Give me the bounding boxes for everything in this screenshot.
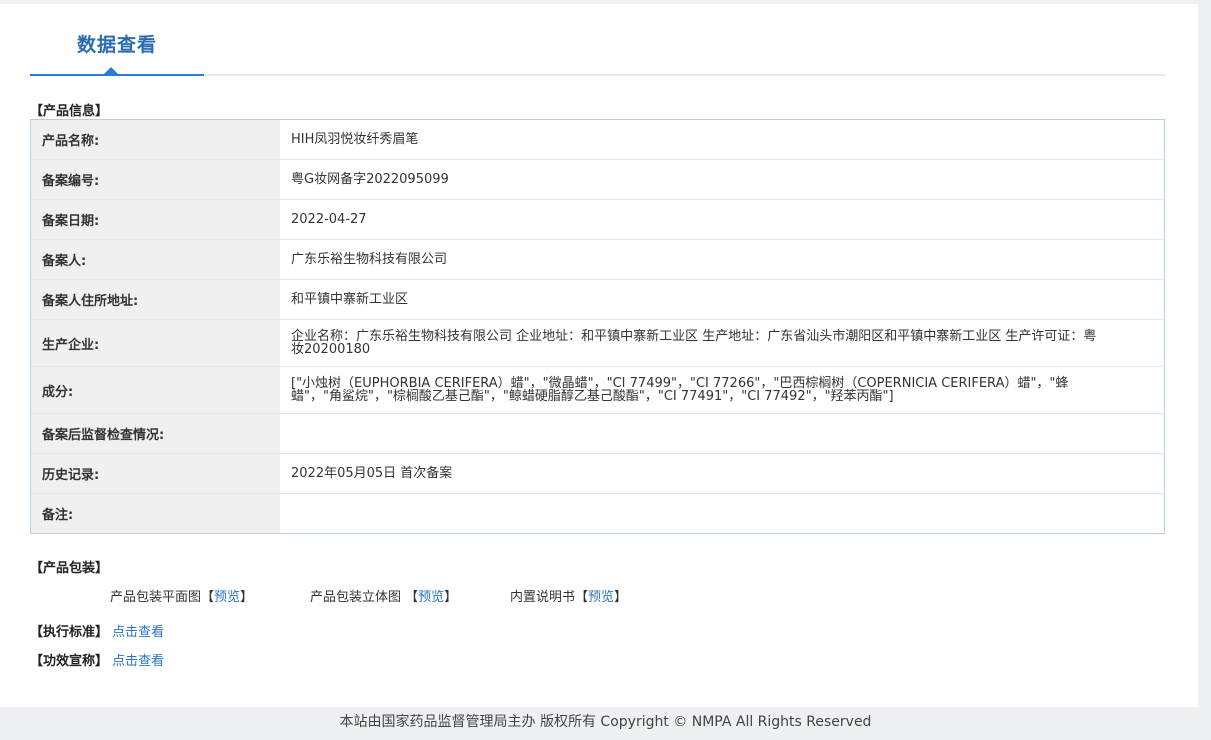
row-value: ["小烛树（EUPHORBIA CERIFERA）蜡"，"微晶蜡"，"CI 77… [280,366,1165,414]
bracket-close: 】 [240,590,254,605]
row-value: 企业名称：广东乐裕生物科技有限公司 企业地址：和平镇中寨新工业区 生产地址：广东… [280,319,1165,367]
content-panel: 数据查看 【产品信息】 产品名称: HIH凤羽悦妆纤秀眉笔 备案编号: 粤G妆网… [0,4,1198,707]
row-value: 广东乐裕生物科技有限公司 [280,239,1165,280]
row-value: HIH凤羽悦妆纤秀眉笔 [280,119,1165,160]
table-row: 产品名称: HIH凤羽悦妆纤秀眉笔 [30,119,1165,160]
table-row: 成分: ["小烛树（EUPHORBIA CERIFERA）蜡"，"微晶蜡"，"C… [30,366,1165,414]
bracket-open: 【 [575,590,589,605]
manual-preview-link[interactable]: 预览 [588,590,614,605]
row-label: 生产企业: [30,319,280,367]
row-value: 和平镇中寨新工业区 [280,279,1165,320]
row-label: 备注: [30,493,280,534]
tab-data-view[interactable]: 数据查看 [30,4,204,76]
table-row: 备案编号: 粤G妆网备字2022095099 [30,159,1165,200]
product-info-table: 产品名称: HIH凤羽悦妆纤秀眉笔 备案编号: 粤G妆网备字2022095099… [30,119,1165,534]
efficacy-label: 【功效宣称】 [30,654,109,669]
bracket-open: 【 [201,590,215,605]
standard-label: 【执行标准】 [30,625,109,640]
row-value [280,494,1165,534]
packaging-3d-item: 产品包装立体图 【预览】 [310,586,457,605]
table-row: 备案人住所地址: 和平镇中寨新工业区 [30,279,1165,320]
section-product-info-heading: 【产品信息】 [30,104,109,119]
row-label: 备案人住所地址: [30,279,280,320]
manual-item: 内置说明书【预览】 [510,586,627,605]
packaging-3d-preview-link[interactable]: 预览 [418,590,444,605]
active-tab-caret-icon [104,67,118,74]
row-label: 备案编号: [30,159,280,200]
row-label: 历史记录: [30,453,280,494]
footer-copyright: 本站由国家药品监督管理局主办 版权所有 Copyright © NMPA All… [339,714,872,730]
row-label: 产品名称: [30,119,280,160]
row-label: 成分: [30,366,280,414]
row-value: 2022-04-27 [280,199,1165,240]
footer: 本站由国家药品监督管理局主办 版权所有 Copyright © NMPA All… [0,707,1211,740]
section-packaging-heading: 【产品包装】 [30,561,109,576]
packaging-flat-label: 产品包装平面图 [110,590,202,605]
row-label: 备案日期: [30,199,280,240]
table-row: 备案后监督检查情况: [30,413,1165,454]
table-row: 生产企业: 企业名称：广东乐裕生物科技有限公司 企业地址：和平镇中寨新工业区 生… [30,319,1165,367]
row-label: 备案后监督检查情况: [30,413,280,454]
standard-row: 【执行标准】 点击查看 [30,621,164,640]
manual-label: 内置说明书 [510,590,576,605]
tab-title: 数据查看 [76,34,157,56]
efficacy-row: 【功效宣称】 点击查看 [30,650,164,669]
table-row: 备案日期: 2022-04-27 [30,199,1165,240]
packaging-flat-item: 产品包装平面图【预览】 [110,586,253,605]
packaging-3d-label: 产品包装立体图 [310,590,406,605]
row-value [280,413,1165,454]
packaging-flat-preview-link[interactable]: 预览 [214,590,240,605]
bracket-close: 】 [614,590,628,605]
row-value: 粤G妆网备字2022095099 [280,159,1165,200]
table-row: 备注: [30,493,1165,534]
standard-view-link[interactable]: 点击查看 [112,625,164,640]
table-row: 备案人: 广东乐裕生物科技有限公司 [30,239,1165,280]
row-label: 备案人: [30,239,280,280]
efficacy-view-link[interactable]: 点击查看 [112,654,164,669]
row-value: 2022年05月05日 首次备案 [280,453,1165,494]
table-row: 历史记录: 2022年05月05日 首次备案 [30,453,1165,494]
tab-bar: 数据查看 [30,4,1165,76]
bracket-close: 】 [444,590,458,605]
bracket-open: 【 [405,590,419,605]
